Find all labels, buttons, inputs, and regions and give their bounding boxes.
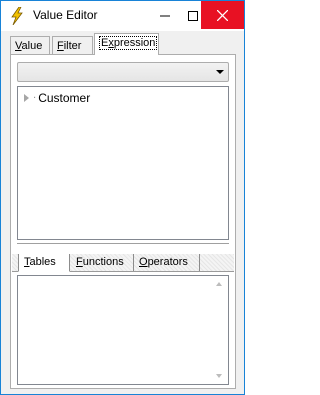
expand-arrow-icon[interactable] (24, 94, 29, 102)
tab-tables[interactable]: Tables (18, 254, 70, 272)
tab-expression-focus: Expression (99, 36, 158, 50)
tab-filter-label: ilter (63, 40, 82, 52)
tab-filter[interactable]: Filter (52, 36, 93, 55)
scroll-down-icon[interactable] (216, 374, 222, 378)
minimize-icon (160, 15, 170, 16)
window-client-area: Value Filter Expression · Customer Table… (1, 31, 244, 394)
tab-value-label: alue (21, 40, 43, 52)
vertical-scrollbar[interactable] (211, 276, 228, 384)
close-button[interactable] (201, 1, 244, 29)
tab-functions-mnemonic: F (76, 256, 83, 268)
bottom-tab-strip: Tables Functions Operators (12, 254, 234, 272)
chevron-down-icon[interactable] (216, 70, 224, 74)
tab-operators[interactable]: Operators (133, 254, 200, 271)
tab-expression[interactable]: Expression (94, 33, 159, 55)
tab-expression-label: pression (113, 37, 156, 49)
tree-connector: · (33, 92, 37, 104)
tab-functions-label: unctions (82, 256, 124, 268)
expression-tree[interactable]: · Customer (17, 86, 229, 240)
tree-item-label: Customer (38, 91, 91, 105)
tab-operators-label: perators (147, 256, 188, 268)
close-icon (217, 9, 228, 21)
window-title: Value Editor (33, 8, 98, 22)
tab-value[interactable]: Value (10, 36, 50, 55)
title-bar[interactable]: Value Editor (1, 1, 244, 31)
splitter[interactable] (17, 243, 229, 245)
tab-tables-label: ables (29, 256, 56, 268)
lightning-bolt-icon (11, 7, 23, 25)
value-editor-window: Value Editor Value Filter Expression · C… (0, 0, 245, 395)
tab-filter-mnemonic: F (57, 40, 64, 52)
maximize-icon (188, 10, 198, 21)
tab-operators-mnemonic: O (139, 256, 148, 268)
minimize-button[interactable] (151, 1, 179, 30)
scroll-up-icon[interactable] (216, 282, 222, 286)
expression-tab-panel: · Customer Tables Functions Operators (10, 54, 236, 389)
tab-functions[interactable]: Functions (69, 254, 134, 271)
tables-listbox[interactable] (17, 275, 229, 385)
tree-item-customer[interactable]: · Customer (24, 91, 90, 105)
expression-combobox[interactable] (17, 62, 229, 82)
